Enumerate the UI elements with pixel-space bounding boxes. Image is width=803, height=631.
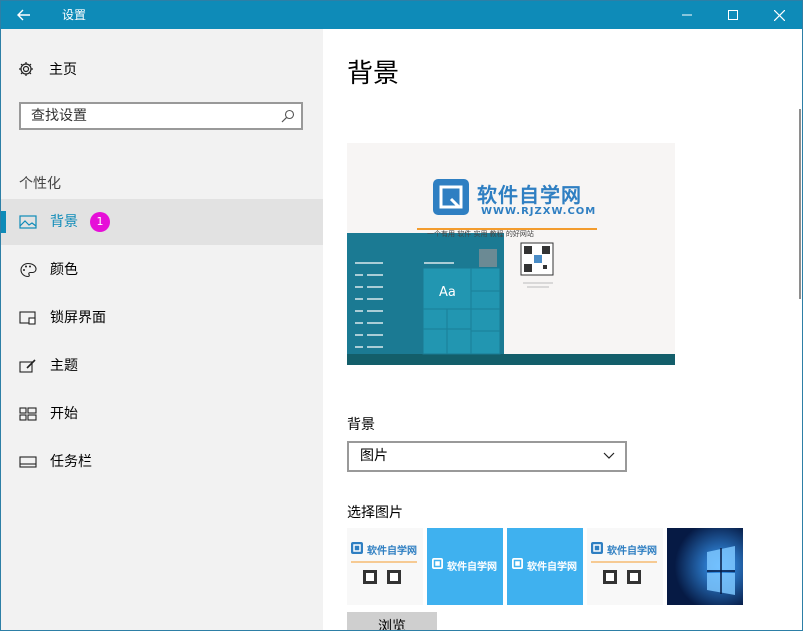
preview-brand-url: WWW.RJZXW.COM [481,206,597,217]
sidebar-item-label: 背景 [50,214,78,230]
back-arrow-icon [17,9,30,21]
gear-icon [19,62,33,76]
back-button[interactable] [1,1,47,29]
active-indicator [1,211,6,233]
theme-icon [19,359,36,373]
thumbnail-brand: 软件自学网 [527,562,577,573]
sidebar-item-label: 锁屏界面 [50,310,106,326]
thumbnail-2[interactable]: 软件自学网 [427,528,503,605]
browse-button[interactable]: 浏览 [347,612,437,630]
thumbnail-3[interactable]: 软件自学网 [507,528,583,605]
palette-icon [20,262,37,278]
thumbnail-4[interactable]: 软件自学网 [587,528,663,605]
minimize-icon [682,14,692,16]
sidebar-item-background[interactable]: 背景 1 [1,199,323,245]
preview-brand-name: 软件自学网 [477,183,582,207]
sidebar-item-label: 任务栏 [50,454,92,470]
background-type-value: 图片 [360,448,388,464]
thumbnail-1[interactable]: 软件自学网 [347,528,423,605]
sidebar-home-label: 主页 [49,62,77,78]
background-label: 背景 [347,417,375,433]
windows-logo-icon [667,528,743,605]
chevron-down-icon [603,452,615,459]
picture-icon [19,215,37,229]
section-title: 个性化 [19,176,61,192]
maximize-icon [728,10,738,20]
sidebar-item-lockscreen[interactable]: 锁屏界面 [1,295,323,341]
taskbar-icon [19,456,37,468]
search-icon [281,109,295,123]
brand-logo-icon [433,179,469,215]
settings-window: 设置 主页 查找设置 个性化 背景 1 颜色 锁屏界面 主题 开始 任务栏 背景… [0,0,803,631]
start-icon [19,407,37,421]
step-badge: 1 [90,212,110,232]
search-input[interactable]: 查找设置 [19,102,303,130]
main-content: 背景 软件自学网 WWW.RJZXW.COM 一个有用 软件 实用 教程 的好网… [323,29,801,630]
sidebar-item-themes[interactable]: 主题 [1,343,323,389]
maximize-button[interactable] [710,1,756,29]
sidebar-item-label: 开始 [50,406,78,422]
close-icon [773,9,785,21]
preview-image [347,179,675,365]
close-button[interactable] [756,1,802,29]
sidebar-item-label: 颜色 [50,262,78,278]
title-bar: 设置 [1,1,802,29]
search-placeholder: 查找设置 [31,108,87,124]
thumbnail-image [351,542,417,584]
window-title: 设置 [62,8,87,22]
sidebar-item-start[interactable]: 开始 [1,391,323,437]
lockscreen-icon [19,311,36,325]
sidebar-item-colors[interactable]: 颜色 [1,247,323,293]
thumbnail-5[interactable] [667,528,743,605]
thumbnail-image [591,542,657,584]
background-type-select[interactable]: 图片 [347,441,627,472]
sidebar-item-taskbar[interactable]: 任务栏 [1,439,323,485]
thumbnail-list: 软件自学网 软件自学网 软件自学网 软件自学网 [347,528,747,605]
thumbnail-brand: 软件自学网 [367,546,417,557]
preview-tile-text: Aa [439,285,456,300]
preview-slogan: 一个有用 软件 实用 教程 的好网站 [427,230,534,238]
sidebar: 主页 查找设置 个性化 背景 1 颜色 锁屏界面 主题 开始 任务栏 [1,29,323,630]
choose-picture-label: 选择图片 [347,505,403,521]
sidebar-item-label: 主题 [50,358,78,374]
sidebar-home[interactable]: 主页 [18,59,77,79]
background-preview: 软件自学网 WWW.RJZXW.COM 一个有用 软件 实用 教程 的好网站 A… [347,143,675,365]
thumbnail-brand: 软件自学网 [447,562,497,573]
page-title: 背景 [347,59,400,89]
thumbnail-brand: 软件自学网 [607,546,657,557]
scrollbar[interactable] [799,109,801,299]
minimize-button[interactable] [664,1,710,29]
